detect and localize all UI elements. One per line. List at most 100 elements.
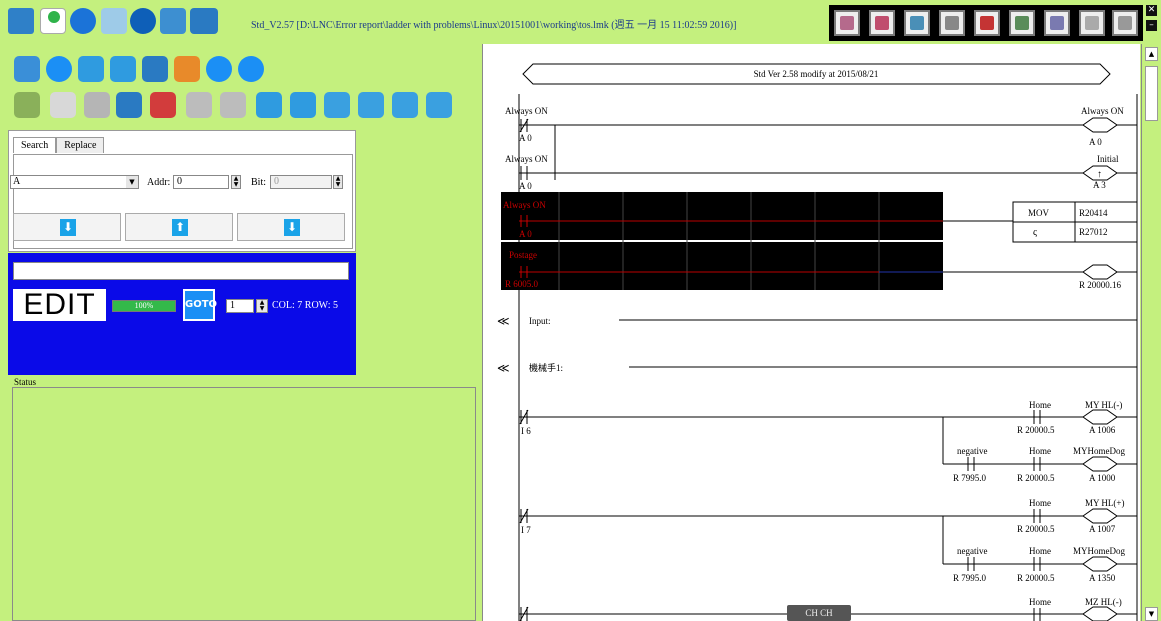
- comment-icon: ≪: [497, 361, 510, 375]
- ladder-diagram[interactable]: Std Ver 2.58 modify at 2015/08/21 Always…: [483, 44, 1140, 621]
- wrench-icon[interactable]: [206, 56, 232, 82]
- comment-icon: ≪: [497, 314, 510, 328]
- view-button-9-icon[interactable]: [1112, 10, 1138, 36]
- addr-r20000-5: R 20000.5: [1017, 425, 1055, 435]
- close-file-icon[interactable]: [190, 8, 218, 34]
- close-icon[interactable]: ✕: [1146, 5, 1157, 16]
- label-my-home-dog: MYHomeDog: [1073, 546, 1125, 556]
- insert-branch-icon[interactable]: [290, 92, 316, 118]
- insert-end-icon[interactable]: [426, 92, 452, 118]
- status-box: [12, 387, 476, 621]
- monitor-icon[interactable]: [142, 56, 168, 82]
- find-next-button[interactable]: ⬇: [237, 213, 345, 241]
- view-button-4-icon[interactable]: [939, 10, 965, 36]
- label-postage: Postage: [509, 250, 537, 260]
- scroll-down-icon[interactable]: ▼: [1145, 607, 1158, 621]
- svg-text:↑: ↑: [1097, 169, 1102, 180]
- addr-a3: A 3: [1093, 180, 1106, 190]
- copy-icon[interactable]: [50, 92, 76, 118]
- label-home: Home: [1029, 446, 1051, 456]
- view-button-8-icon[interactable]: [1079, 10, 1105, 36]
- row-stepper[interactable]: ▲ ▼: [256, 299, 268, 313]
- view-button-5-icon[interactable]: [974, 10, 1000, 36]
- addr-input[interactable]: 0: [173, 175, 229, 189]
- paste-icon[interactable]: [14, 92, 40, 118]
- insert-rtn-icon[interactable]: [392, 92, 418, 118]
- save-icon[interactable]: [160, 8, 186, 34]
- insert-row-icon[interactable]: [14, 56, 40, 82]
- label-always-on: Always ON: [505, 106, 548, 116]
- find-down-button[interactable]: ⬇: [13, 213, 121, 241]
- addr-r7995-0: R 7995.0: [953, 473, 987, 483]
- goto-button[interactable]: GOTO: [183, 289, 217, 321]
- view-button-2-icon[interactable]: [869, 10, 895, 36]
- addr-a1350: A 1350: [1089, 573, 1116, 583]
- info-icon[interactable]: [70, 8, 96, 34]
- help-plus-icon[interactable]: [40, 8, 66, 34]
- label-initial: Initial: [1097, 154, 1119, 164]
- progress-bar: 100%: [112, 300, 176, 312]
- addr-stepper[interactable]: ▲ ▼: [231, 175, 241, 189]
- addr-a0: A 0: [1089, 137, 1102, 147]
- label-always-on: Always ON: [503, 200, 546, 210]
- addr-r-postage: R 6005.0: [505, 279, 539, 289]
- delete-icon[interactable]: [150, 92, 176, 118]
- insert-line-icon[interactable]: [256, 92, 282, 118]
- delete-row-icon[interactable]: [116, 92, 142, 118]
- lock-icon[interactable]: [238, 56, 264, 82]
- arrow-down-icon: ⬇: [60, 219, 76, 236]
- translate-icon[interactable]: [101, 8, 127, 34]
- window-title: Std_V2.57 [D:\LNC\Error report\ladder wi…: [251, 20, 737, 31]
- bit-input[interactable]: 0: [270, 175, 332, 189]
- print-icon[interactable]: [46, 56, 72, 82]
- document-icon[interactable]: [78, 56, 104, 82]
- toolbar-row-2: [0, 86, 475, 124]
- edit-panel: EDIT 100% GOTO 1 ▲ ▼ COL: 7 ROW: 5: [8, 253, 356, 375]
- command-input[interactable]: [13, 262, 349, 280]
- list-icon[interactable]: [110, 56, 136, 82]
- insert-abc-icon[interactable]: [358, 92, 384, 118]
- device-select[interactable]: A ▼: [10, 175, 139, 189]
- bit-stepper[interactable]: ▲ ▼: [333, 175, 343, 189]
- row-input[interactable]: 1: [226, 299, 254, 313]
- label-negative: negative: [957, 546, 988, 556]
- signal-icon[interactable]: [174, 56, 200, 82]
- open-folder-icon[interactable]: [8, 8, 34, 34]
- comment-robot: 機械手1:: [529, 362, 563, 373]
- bottom-status-pill[interactable]: CH CH: [787, 605, 851, 621]
- tab-search[interactable]: Search: [13, 137, 57, 153]
- addr-label: Addr:: [147, 177, 171, 188]
- label-always-on: Always ON: [1081, 106, 1124, 116]
- arrow-down-icon: ⬇: [284, 219, 300, 236]
- view-button-3-icon[interactable]: [904, 10, 930, 36]
- view-button-1-icon[interactable]: [834, 10, 860, 36]
- cut-icon[interactable]: [84, 92, 110, 118]
- addr-a1007: A 1007: [1089, 524, 1116, 534]
- addr-i7: I 7: [521, 525, 531, 535]
- label-home: Home: [1029, 546, 1051, 556]
- insert-abs-icon[interactable]: [324, 92, 350, 118]
- label-home: Home: [1029, 597, 1051, 607]
- scroll-thumb[interactable]: [1145, 66, 1158, 121]
- minimize-icon[interactable]: –: [1146, 20, 1157, 31]
- addr-r20000-5: R 20000.5: [1017, 473, 1055, 483]
- find-up-button[interactable]: ⬆: [125, 213, 233, 241]
- lock-icon[interactable]: [130, 8, 156, 34]
- addr-a0: A 0: [519, 229, 532, 239]
- label-my-home-dog: MYHomeDog: [1073, 446, 1125, 456]
- undo-icon[interactable]: [186, 92, 212, 118]
- chevron-down-icon[interactable]: ▼: [126, 176, 138, 188]
- tab-replace[interactable]: Replace: [56, 137, 105, 153]
- view-button-6-icon[interactable]: [1009, 10, 1035, 36]
- addr-a0: A 0: [519, 181, 532, 191]
- label-mov: MOV: [1028, 208, 1050, 218]
- vertical-scrollbar[interactable]: ▲ ▼: [1141, 44, 1161, 621]
- view-button-7-icon[interactable]: [1044, 10, 1070, 36]
- ladder-editor[interactable]: Std Ver 2.58 modify at 2015/08/21 Always…: [482, 44, 1140, 621]
- search-tabs: Search Replace: [13, 137, 105, 155]
- label-my-hl-minus: MY HL(-): [1085, 400, 1122, 410]
- addr-r7995-0: R 7995.0: [953, 573, 987, 583]
- redo-icon[interactable]: [220, 92, 246, 118]
- label-negative: negative: [957, 446, 988, 456]
- scroll-up-icon[interactable]: ▲: [1145, 47, 1158, 61]
